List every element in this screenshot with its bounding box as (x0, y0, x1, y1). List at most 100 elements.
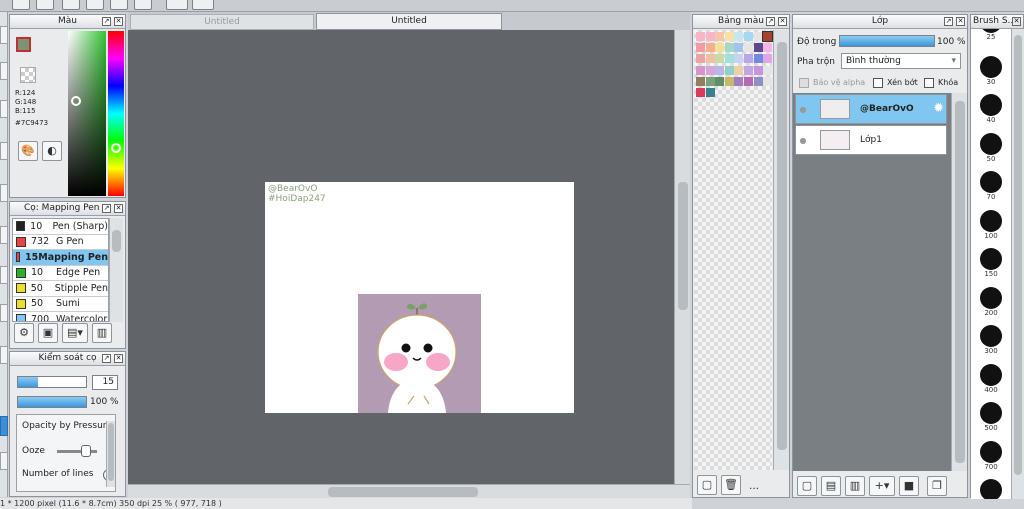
color-mixer-icon[interactable]: ◐ (42, 141, 62, 161)
visibility-icon[interactable]: ● (796, 105, 810, 114)
brush-size-value[interactable]: 15 (92, 375, 118, 390)
opacity-pressure-label[interactable]: Opacity by Pressure (22, 421, 112, 431)
blend-mode-select[interactable]: Bình thường ▾ (841, 53, 961, 69)
hue-cursor[interactable] (111, 143, 121, 153)
merge-layer-icon[interactable]: ❐ (927, 476, 947, 496)
tool-button[interactable] (0, 184, 8, 202)
float-icon[interactable]: ↗ (944, 17, 953, 26)
delete-swatch-icon[interactable]: 🗑 (721, 475, 741, 495)
color-swatch[interactable] (734, 54, 744, 64)
tool-button[interactable] (0, 226, 8, 244)
saturation-value-square[interactable] (68, 31, 106, 196)
sv-cursor[interactable] (71, 96, 81, 106)
color-swatch[interactable] (715, 76, 725, 86)
add-layer-menu-icon[interactable]: +▾ (869, 476, 895, 496)
color-swatch[interactable] (724, 76, 734, 86)
color-swatch[interactable] (753, 54, 763, 64)
color-swatch[interactable] (744, 43, 753, 53)
color-swatch[interactable] (715, 32, 725, 41)
hue-slider[interactable] (108, 31, 124, 196)
options-scrollbar[interactable] (106, 421, 115, 487)
color-swatch[interactable] (762, 31, 774, 42)
tool-settings-icon[interactable]: ▣ (38, 323, 58, 343)
undo-icon[interactable] (166, 0, 188, 10)
tool-button[interactable] (0, 304, 8, 322)
color-swatch[interactable] (763, 43, 773, 53)
color-swatch[interactable] (696, 54, 705, 64)
tool-button[interactable] (0, 100, 8, 118)
brush-opacity-slider[interactable] (17, 396, 87, 408)
close-icon[interactable]: ✕ (114, 354, 123, 363)
close-icon[interactable]: ✕ (778, 17, 787, 26)
close-icon[interactable]: ✕ (114, 17, 123, 26)
color-swatch[interactable] (696, 88, 705, 97)
scroll-thumb[interactable] (1014, 35, 1022, 475)
float-icon[interactable]: ↗ (102, 204, 111, 213)
close-icon[interactable]: ✕ (114, 204, 123, 213)
color-swatch[interactable] (705, 88, 715, 97)
color-swatch[interactable] (744, 54, 753, 64)
tool-button[interactable] (0, 62, 8, 80)
color-wheel-icon[interactable]: 🎨 (18, 141, 38, 161)
brush-size-item[interactable]: 40 (971, 94, 1011, 125)
save-icon[interactable] (36, 0, 54, 10)
document-tab[interactable]: Untitled (130, 14, 314, 30)
color-swatch[interactable] (696, 43, 705, 53)
scroll-thumb[interactable] (955, 101, 965, 463)
scroll-thumb[interactable] (108, 423, 114, 481)
ooze-slider[interactable] (57, 450, 97, 453)
document-tab-active[interactable]: Untitled (316, 13, 502, 30)
new-tool-icon[interactable]: ▤▾ (62, 323, 88, 343)
brush-size-item[interactable]: 1000 (971, 479, 1011, 499)
brush-size-item[interactable]: 700 (971, 440, 1011, 472)
pen-tool-item[interactable]: 732 G Pen (13, 234, 108, 250)
color-swatch[interactable] (724, 43, 734, 53)
color-swatch[interactable] (763, 54, 773, 64)
copy-layer-icon[interactable]: ▥ (845, 476, 865, 496)
brush-size-item[interactable]: 50 (971, 132, 1011, 164)
clipping-checkbox[interactable] (873, 78, 883, 88)
redo-icon[interactable] (192, 0, 214, 10)
primary-color-swatch[interactable] (16, 37, 31, 52)
swatch-scrollbar[interactable] (773, 30, 789, 470)
new-layer-icon[interactable]: ▢ (797, 476, 817, 496)
scroll-thumb[interactable] (112, 230, 121, 252)
brush-size-item[interactable]: 30 (971, 55, 1011, 87)
paste-icon[interactable] (86, 0, 104, 10)
pen-tool-item[interactable]: 10 Edge Pen (13, 265, 108, 281)
scroll-thumb[interactable] (328, 487, 478, 497)
ooze-slider-handle[interactable] (81, 445, 91, 457)
copy-icon[interactable] (62, 0, 80, 10)
new-vector-layer-icon[interactable]: ▤ (821, 476, 841, 496)
tool-button[interactable] (0, 452, 8, 470)
color-swatch[interactable] (724, 54, 734, 64)
visibility-icon[interactable]: ● (796, 136, 810, 145)
pen-tool-item[interactable]: 50 Sumi (13, 296, 108, 312)
brush-size-item[interactable]: 100 (971, 209, 1011, 241)
color-swatch[interactable] (744, 76, 753, 86)
transform-icon[interactable] (110, 0, 128, 10)
color-swatch[interactable] (724, 65, 734, 75)
new-swatch-icon[interactable]: ▢ (697, 475, 717, 495)
color-swatch[interactable] (753, 65, 763, 75)
color-swatch[interactable] (715, 43, 725, 53)
color-swatch[interactable] (734, 32, 744, 41)
color-swatch[interactable] (734, 76, 744, 86)
brush-size-item[interactable]: 25 (971, 29, 1011, 42)
folder-icon[interactable]: ■ (899, 476, 919, 496)
brush-size-item[interactable]: 300 (971, 325, 1011, 356)
float-icon[interactable]: ↗ (102, 354, 111, 363)
color-swatch[interactable] (763, 65, 773, 75)
pen-tool-item[interactable]: 15 Mapping Pen (13, 250, 108, 266)
pen-tool-item[interactable]: 10 Pen (Sharp) (13, 219, 108, 235)
layer-opacity-slider[interactable] (839, 35, 935, 47)
tool-button[interactable] (0, 26, 8, 44)
color-swatch[interactable] (715, 65, 725, 75)
add-tool-icon[interactable]: ⚙ (14, 323, 34, 343)
color-swatch[interactable] (715, 54, 725, 64)
transparent-color-swatch[interactable] (20, 67, 36, 83)
swatch-menu-icon[interactable]: … (749, 481, 759, 492)
canvas-horizontal-scrollbar[interactable] (128, 484, 690, 498)
color-swatch[interactable] (753, 76, 763, 86)
brush-size-slider[interactable] (17, 376, 87, 388)
